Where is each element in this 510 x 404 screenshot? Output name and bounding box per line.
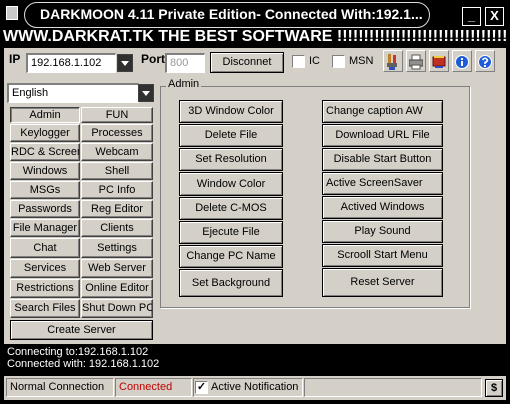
nav-keylogger[interactable]: Keylogger (10, 124, 80, 142)
nav-shut-down-pc[interactable]: Shut Down PC (81, 299, 153, 318)
admin-window-color-button[interactable]: Window Color (179, 172, 283, 196)
nav-chat[interactable]: Chat (10, 238, 80, 258)
language-select[interactable]: English (7, 83, 139, 103)
admin-scrooll-start-menu-button[interactable]: Scrooll Start Menu (322, 244, 443, 267)
admin-delete-cmos-button[interactable]: Delete C-MOS (179, 197, 283, 220)
nav-reg-editor[interactable]: Reg Editor (81, 200, 153, 218)
ip-label: IP (9, 52, 21, 66)
notification-checkbox[interactable]: ✓ (195, 381, 208, 394)
nav-windows[interactable]: Windows (10, 162, 80, 180)
window-title: DARKMOON 4.11 Private Edition- Connected… (40, 6, 423, 22)
nav-clients[interactable]: Clients (81, 219, 153, 237)
disconnect-button[interactable]: Disconnet (210, 52, 284, 73)
port-input[interactable]: 800 (165, 53, 205, 73)
help-icon-button[interactable] (475, 50, 495, 72)
console-line: Connecting to:192.168.1.102 (7, 346, 149, 358)
info-icon (455, 54, 469, 69)
console-line: Connected with: 192.168.1.102 (7, 358, 160, 370)
admin-set-resolution-button[interactable]: Set Resolution (179, 148, 283, 171)
port-label: Port (141, 52, 165, 66)
notification-label: Active Notification (211, 381, 299, 393)
book-icon-button[interactable] (429, 50, 449, 72)
admin-change-pc-name-button[interactable]: Change PC Name (179, 245, 283, 268)
banner-text: WWW.DARKRAT.TK THE BEST SOFTWARE !!!!!!!… (0, 28, 510, 46)
msn-label: MSN (349, 55, 374, 67)
nav-admin[interactable]: Admin (10, 107, 80, 123)
info-icon-button[interactable] (452, 50, 472, 72)
nav-webcam[interactable]: Webcam (81, 143, 153, 161)
nav-search-files[interactable]: Search Files (10, 299, 80, 318)
admin-download-url-file-button[interactable]: Download URL File (322, 124, 443, 147)
admin-reset-server-button[interactable]: Reset Server (322, 268, 443, 297)
help-icon (478, 54, 492, 69)
admin-actived-windows-button[interactable]: Actived Windows (322, 196, 443, 219)
admin-3d-window-color-button[interactable]: 3D Window Color (179, 100, 283, 123)
nav-file-manager[interactable]: File Manager (10, 219, 80, 237)
msn-checkbox[interactable] (332, 55, 345, 68)
nav-shell[interactable]: Shell (81, 162, 153, 180)
nav-msgs[interactable]: MSGs (10, 181, 80, 199)
admin-group-title: Admin (166, 78, 202, 90)
admin-ejecute-file-button[interactable]: Ejecute File (179, 221, 283, 244)
minimize-button[interactable]: _ (462, 7, 481, 26)
printer-icon-button[interactable] (406, 50, 426, 72)
create-server-button[interactable]: Create Server (10, 320, 153, 340)
admin-play-sound-button[interactable]: Play Sound (322, 220, 443, 243)
nav-rdc-screen[interactable]: RDC & Screen (10, 143, 80, 161)
brush-icon (386, 54, 400, 70)
admin-active-screensaver-button[interactable]: Active ScreenSaver (322, 172, 443, 195)
nav-online-editor[interactable]: Online Editor (81, 279, 153, 298)
language-dropdown-button[interactable] (138, 84, 154, 102)
book-icon (432, 54, 446, 68)
admin-delete-file-button[interactable]: Delete File (179, 124, 283, 147)
connection-state-panel: Connected (115, 378, 192, 397)
nav-restrictions[interactable]: Restrictions (10, 279, 80, 298)
dollar-button[interactable]: $ (485, 379, 503, 397)
status-input[interactable] (304, 378, 482, 397)
nav-web-server[interactable]: Web Server (81, 259, 153, 278)
console-log: Connecting to:192.168.1.102 Connected wi… (4, 344, 506, 376)
admin-change-caption-button[interactable]: Change caption AW (322, 100, 443, 123)
ip-input[interactable]: 192.168.1.102 (26, 53, 116, 73)
nav-services[interactable]: Services (10, 259, 80, 278)
nav-passwords[interactable]: Passwords (10, 200, 80, 218)
admin-set-background-button[interactable]: Set Background (179, 269, 283, 297)
printer-icon (408, 54, 424, 70)
ip-dropdown-button[interactable] (117, 54, 133, 72)
nav-pc-info[interactable]: PC Info (81, 181, 153, 199)
nav-processes[interactable]: Processes (81, 124, 153, 142)
ic-checkbox[interactable] (292, 55, 305, 68)
nav-fun[interactable]: FUN (81, 107, 153, 123)
nav-settings[interactable]: Settings (81, 238, 153, 258)
close-button[interactable]: X (485, 7, 504, 26)
status-bar: Normal Connection Connected ✓ Active Not… (4, 376, 506, 400)
connection-mode-panel: Normal Connection (6, 378, 114, 397)
brush-icon-button[interactable] (383, 50, 403, 72)
ic-label: IC (309, 55, 320, 67)
app-icon (6, 6, 18, 20)
admin-disable-start-button-button[interactable]: Disable Start Button (322, 148, 443, 171)
